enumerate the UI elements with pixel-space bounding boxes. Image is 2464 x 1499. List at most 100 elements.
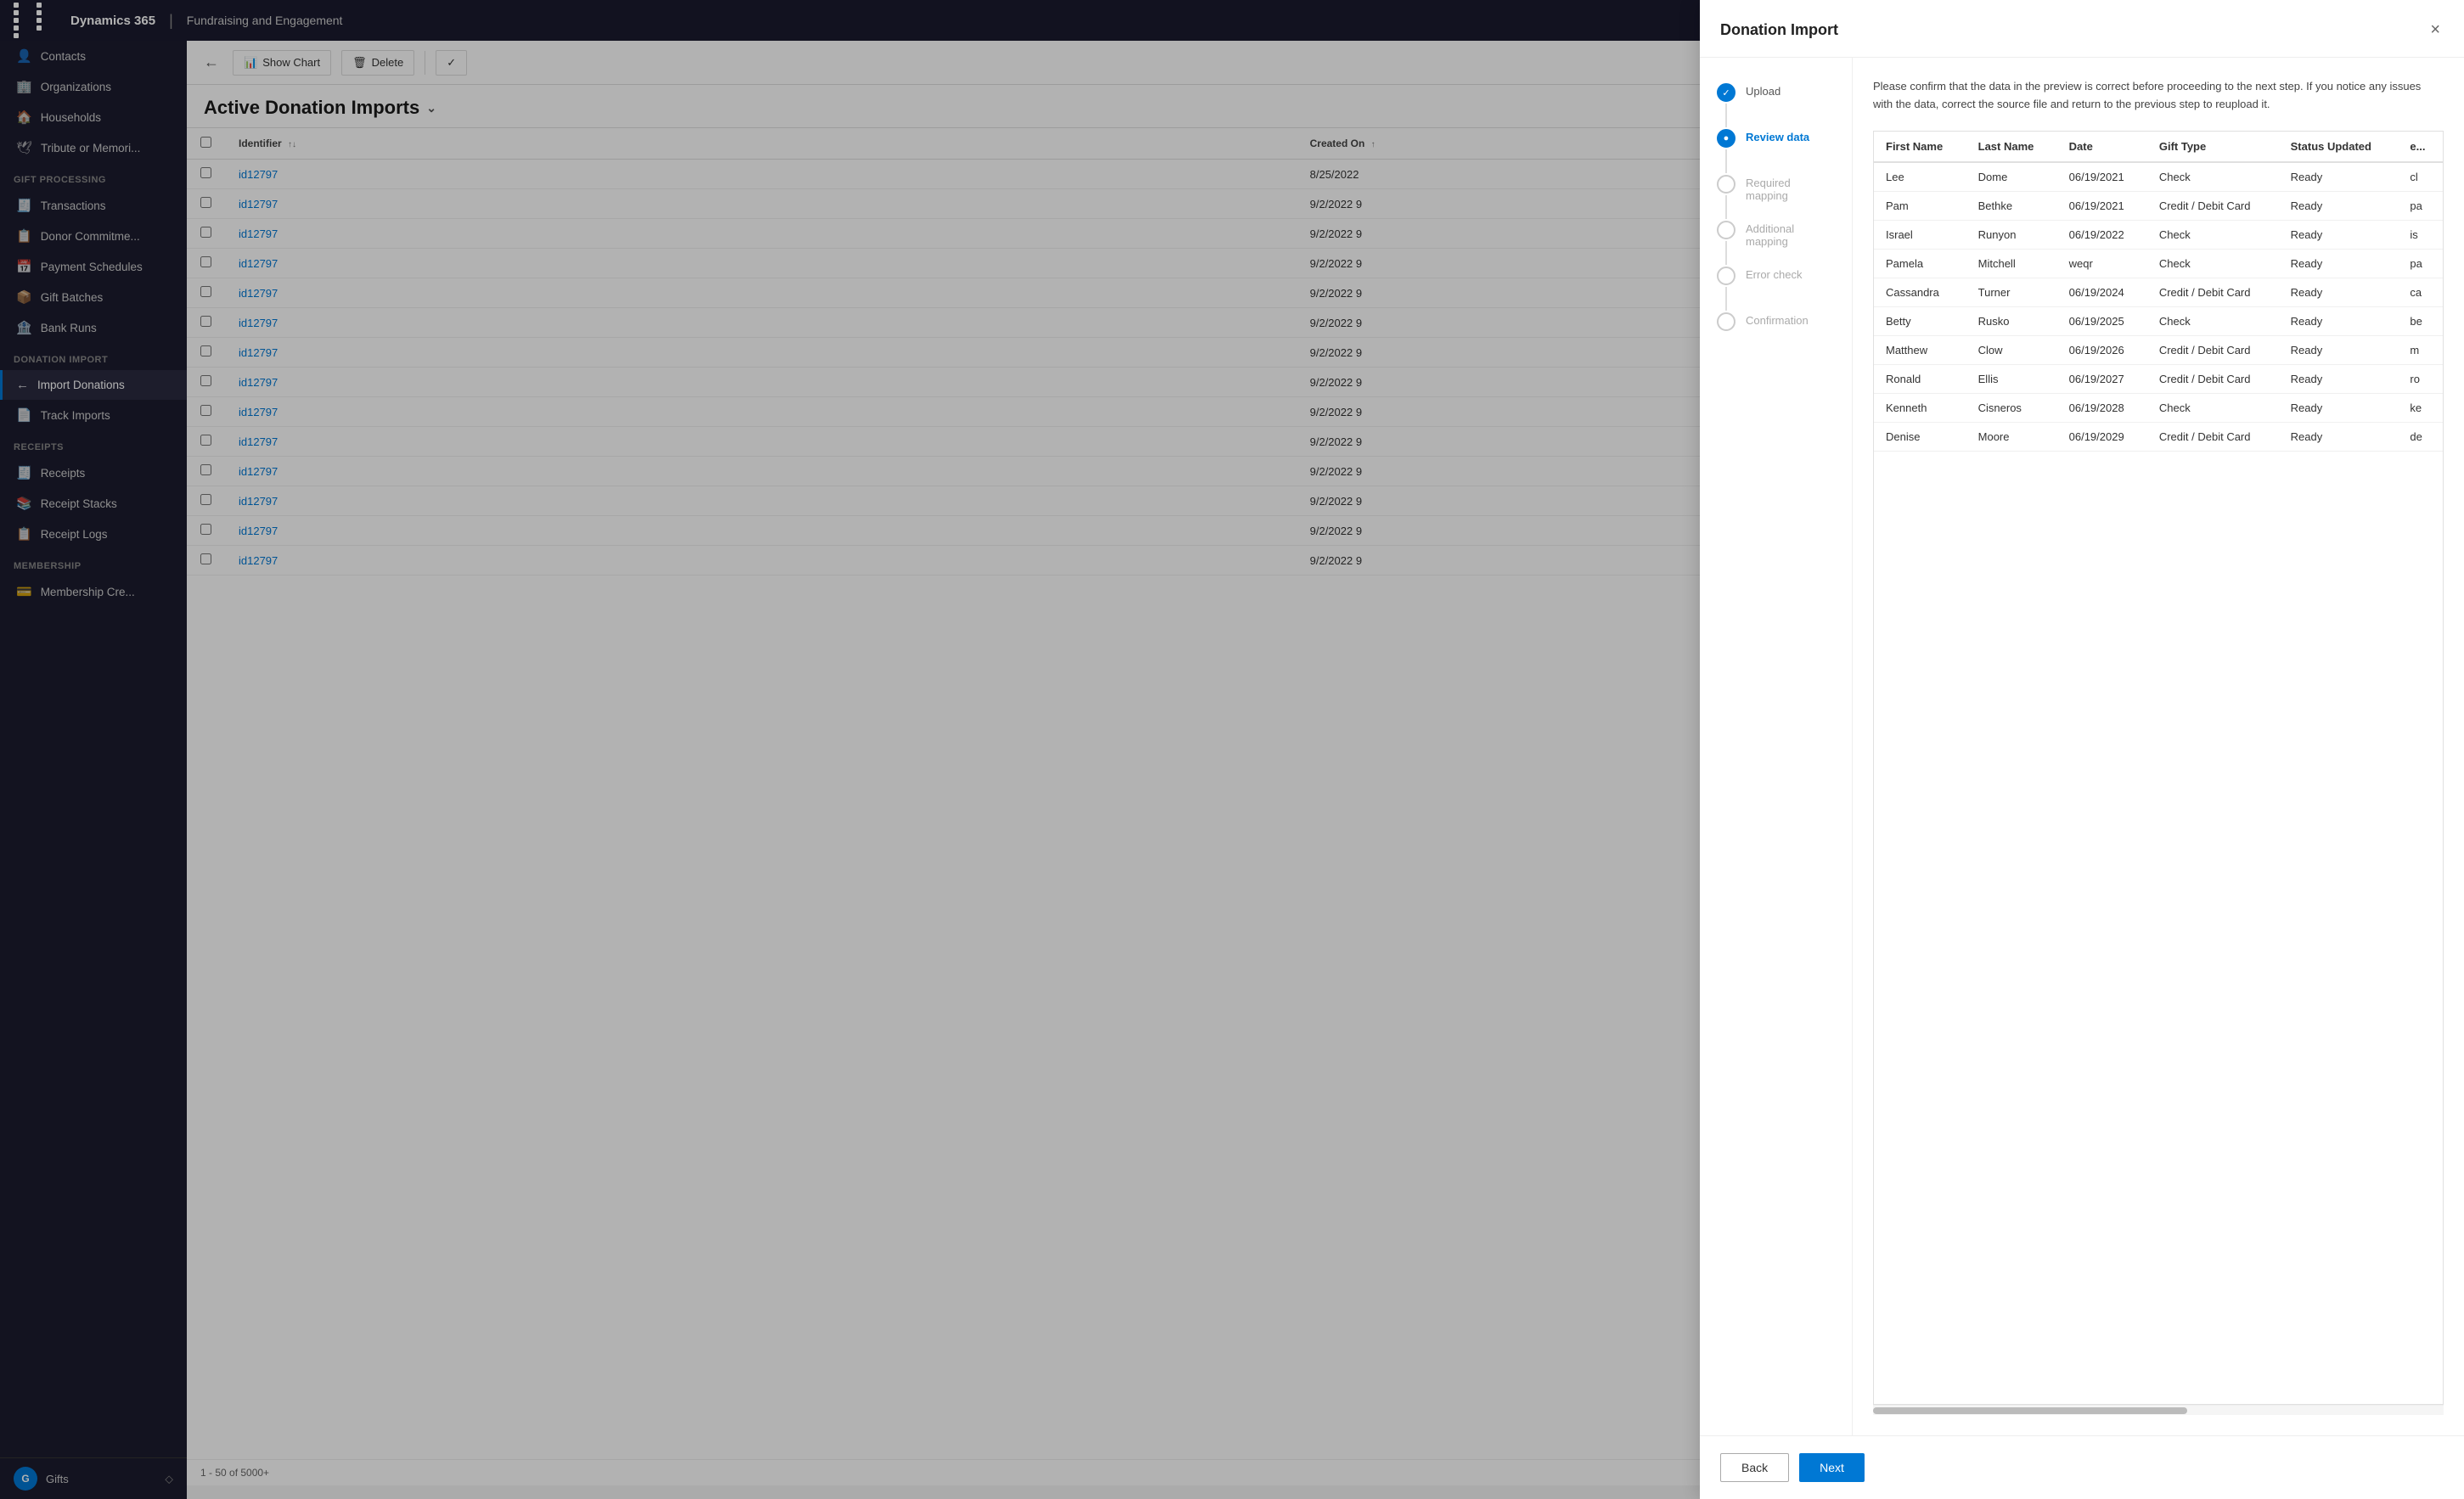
wizard-step-error-check: Error check — [1717, 267, 1835, 312]
back-button-modal[interactable]: Back — [1720, 1453, 1789, 1482]
modal-cell: 06/19/2029 — [2057, 422, 2147, 451]
modal-overlay: Donation Import × ✓ Upload ● Review data Req… — [0, 0, 2464, 1499]
preview-data-table: First NameLast NameDateGift TypeStatus U… — [1874, 132, 2443, 452]
modal-table-row: RonaldEllis06/19/2027Credit / Debit Card… — [1874, 364, 2443, 393]
modal-description: Please confirm that the data in the prev… — [1873, 78, 2444, 114]
modal-cell: Rusko — [1966, 306, 2057, 335]
modal-cell: ro — [2398, 364, 2443, 393]
step-circle-review-data[interactable]: ● — [1717, 129, 1735, 148]
modal-cell: be — [2398, 306, 2443, 335]
modal-cell: Ready — [2279, 278, 2399, 306]
step-label-confirmation: Confirmation — [1746, 312, 1809, 327]
modal-table-row: PamBethke06/19/2021Credit / Debit CardRe… — [1874, 191, 2443, 220]
step-circle-confirmation[interactable] — [1717, 312, 1735, 331]
modal-cell: Cassandra — [1874, 278, 1966, 306]
modal-cell: Lee — [1874, 162, 1966, 192]
modal-table-row: BettyRusko06/19/2025CheckReadybe — [1874, 306, 2443, 335]
step-circle-error-check[interactable] — [1717, 267, 1735, 285]
modal-cell: Runyon — [1966, 220, 2057, 249]
step-circle-required-mapping[interactable] — [1717, 175, 1735, 194]
modal-header: Donation Import × — [1700, 0, 2464, 58]
modal-title: Donation Import — [1720, 21, 1838, 39]
modal-cell: 06/19/2027 — [2057, 364, 2147, 393]
step-label-upload: Upload — [1746, 83, 1780, 98]
step-line — [1725, 195, 1727, 219]
modal-cell: Ready — [2279, 364, 2399, 393]
step-label-review-data: Review data — [1746, 129, 1809, 143]
modal-cell: Ready — [2279, 191, 2399, 220]
wizard-steps: ✓ Upload ● Review data Required mapping Addit… — [1700, 58, 1853, 1435]
modal-cell: m — [2398, 335, 2443, 364]
modal-cell: Ronald — [1874, 364, 1966, 393]
modal-cell: is — [2398, 220, 2443, 249]
modal-table-row: LeeDome06/19/2021CheckReadycl — [1874, 162, 2443, 192]
modal-col-gift-type: Gift Type — [2147, 132, 2279, 162]
wizard-step-review-data: ● Review data — [1717, 129, 1835, 175]
wizard-step-required-mapping: Required mapping — [1717, 175, 1835, 221]
modal-cell: 06/19/2026 — [2057, 335, 2147, 364]
modal-body: ✓ Upload ● Review data Required mapping Addit… — [1700, 58, 2464, 1435]
step-line — [1725, 241, 1727, 265]
modal-cell: Credit / Debit Card — [2147, 422, 2279, 451]
modal-cell: Ready — [2279, 335, 2399, 364]
step-line — [1725, 149, 1727, 173]
modal-table-row: KennethCisneros06/19/2028CheckReadyke — [1874, 393, 2443, 422]
modal-col-date: Date — [2057, 132, 2147, 162]
wizard-step-additional-mapping: Additional mapping — [1717, 221, 1835, 267]
wizard-step-confirmation: Confirmation — [1717, 312, 1835, 331]
modal-cell: de — [2398, 422, 2443, 451]
modal-close-button[interactable]: × — [2427, 17, 2444, 43]
modal-cell: Kenneth — [1874, 393, 1966, 422]
modal-cell: Ready — [2279, 162, 2399, 192]
modal-table-row: MatthewClow06/19/2026Credit / Debit Card… — [1874, 335, 2443, 364]
modal-cell: Check — [2147, 162, 2279, 192]
modal-cell: Ready — [2279, 306, 2399, 335]
donation-import-modal: Donation Import × ✓ Upload ● Review data Req… — [1700, 0, 2464, 1499]
modal-table-row: IsraelRunyon06/19/2022CheckReadyis — [1874, 220, 2443, 249]
modal-footer: Back Next — [1700, 1435, 2464, 1499]
modal-cell: Ready — [2279, 249, 2399, 278]
modal-table-row: CassandraTurner06/19/2024Credit / Debit … — [1874, 278, 2443, 306]
modal-table-row: DeniseMoore06/19/2029Credit / Debit Card… — [1874, 422, 2443, 451]
modal-cell: 06/19/2028 — [2057, 393, 2147, 422]
modal-cell: Bethke — [1966, 191, 2057, 220]
step-line — [1725, 104, 1727, 127]
modal-col-first-name: First Name — [1874, 132, 1966, 162]
preview-data-table-wrapper[interactable]: First NameLast NameDateGift TypeStatus U… — [1873, 131, 2444, 1405]
modal-cell: Check — [2147, 249, 2279, 278]
step-circle-upload[interactable]: ✓ — [1717, 83, 1735, 102]
modal-cell: ke — [2398, 393, 2443, 422]
step-label-error-check: Error check — [1746, 267, 1802, 281]
modal-cell: ca — [2398, 278, 2443, 306]
modal-cell: Pam — [1874, 191, 1966, 220]
modal-cell: Mitchell — [1966, 249, 2057, 278]
modal-cell: Israel — [1874, 220, 1966, 249]
modal-cell: 06/19/2021 — [2057, 162, 2147, 192]
modal-cell: 06/19/2021 — [2057, 191, 2147, 220]
modal-cell: Credit / Debit Card — [2147, 191, 2279, 220]
horizontal-scrollbar[interactable] — [1873, 1405, 2444, 1415]
modal-cell: Betty — [1874, 306, 1966, 335]
modal-cell: Pamela — [1874, 249, 1966, 278]
modal-cell: Clow — [1966, 335, 2057, 364]
modal-content-area: Please confirm that the data in the prev… — [1853, 58, 2464, 1435]
modal-cell: Credit / Debit Card — [2147, 335, 2279, 364]
step-line — [1725, 287, 1727, 311]
modal-cell: Credit / Debit Card — [2147, 364, 2279, 393]
step-label-required-mapping: Required mapping — [1746, 175, 1835, 202]
scrollbar-thumb[interactable] — [1873, 1407, 2187, 1414]
next-button-modal[interactable]: Next — [1799, 1453, 1865, 1482]
modal-cell: Denise — [1874, 422, 1966, 451]
modal-cell: 06/19/2024 — [2057, 278, 2147, 306]
modal-cell: Moore — [1966, 422, 2057, 451]
modal-col-e---: e... — [2398, 132, 2443, 162]
modal-cell: Ready — [2279, 422, 2399, 451]
modal-table-row: PamelaMitchellweqrCheckReadypa — [1874, 249, 2443, 278]
wizard-step-upload: ✓ Upload — [1717, 83, 1835, 129]
modal-col-status-updated: Status Updated — [2279, 132, 2399, 162]
modal-cell: Ready — [2279, 393, 2399, 422]
modal-cell: cl — [2398, 162, 2443, 192]
step-circle-additional-mapping[interactable] — [1717, 221, 1735, 239]
modal-cell: Ellis — [1966, 364, 2057, 393]
modal-cell: Dome — [1966, 162, 2057, 192]
